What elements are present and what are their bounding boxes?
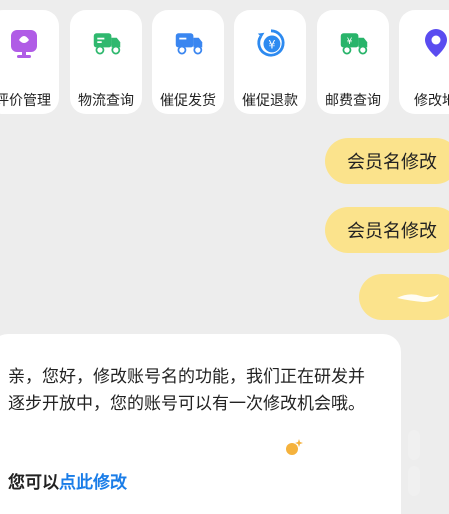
quick-action-urge-refund[interactable]: ¥ 催促退款	[234, 10, 306, 114]
review-icon	[9, 28, 39, 58]
sticker-image	[397, 294, 439, 302]
user-message-text: 会员名修改	[347, 221, 437, 242]
quick-action-label: 邮费查询	[325, 93, 381, 109]
quick-action-label: 评价管理	[0, 93, 51, 109]
user-sticker-bubble[interactable]	[359, 274, 449, 320]
quick-action-row: 评价管理 物流查询 催促发货 ¥ 催促退款 ¥ 邮费查询 修改	[0, 0, 449, 125]
quick-action-label: 催促退款	[242, 93, 298, 109]
postage-query-icon: ¥	[339, 28, 369, 58]
quick-action-logistics[interactable]: 物流查询	[70, 10, 142, 114]
user-message-bubble: 会员名修改	[325, 207, 449, 253]
location-pin-icon	[421, 28, 449, 58]
service-reply-card: 亲，您好，修改账号名的功能，我们正在研发并逐步开放中，您的账号可以有一次修改机会…	[0, 334, 401, 514]
svg-text:¥: ¥	[268, 39, 275, 52]
quick-action-postage-query[interactable]: ¥ 邮费查询	[317, 10, 389, 114]
quick-action-urge-delivery[interactable]: 催促发货	[152, 10, 224, 114]
user-message-bubble: 会员名修改	[325, 138, 449, 184]
user-message-text: 会员名修改	[347, 152, 437, 173]
svg-text:¥: ¥	[347, 37, 353, 47]
modify-link[interactable]: 点此修改	[59, 473, 127, 493]
sparkle-icon	[286, 439, 303, 455]
quick-action-label: 修改地	[414, 93, 449, 109]
urge-refund-icon: ¥	[256, 28, 286, 58]
urge-delivery-truck-icon	[174, 28, 204, 58]
quick-action-review[interactable]: 评价管理	[0, 10, 59, 114]
quick-action-label: 物流查询	[78, 93, 134, 109]
service-reply-text: 亲，您好，修改账号名的功能，我们正在研发并逐步开放中，您的账号可以有一次修改机会…	[8, 367, 365, 414]
reply-prefix: 您可以	[8, 473, 59, 493]
quick-action-label: 催促发货	[160, 93, 216, 109]
service-reply-action: 您可以点此修改	[8, 468, 127, 493]
quick-action-modify-address[interactable]: 修改地	[399, 10, 449, 114]
logistics-truck-icon	[92, 28, 122, 58]
watermark-icon	[408, 430, 420, 496]
